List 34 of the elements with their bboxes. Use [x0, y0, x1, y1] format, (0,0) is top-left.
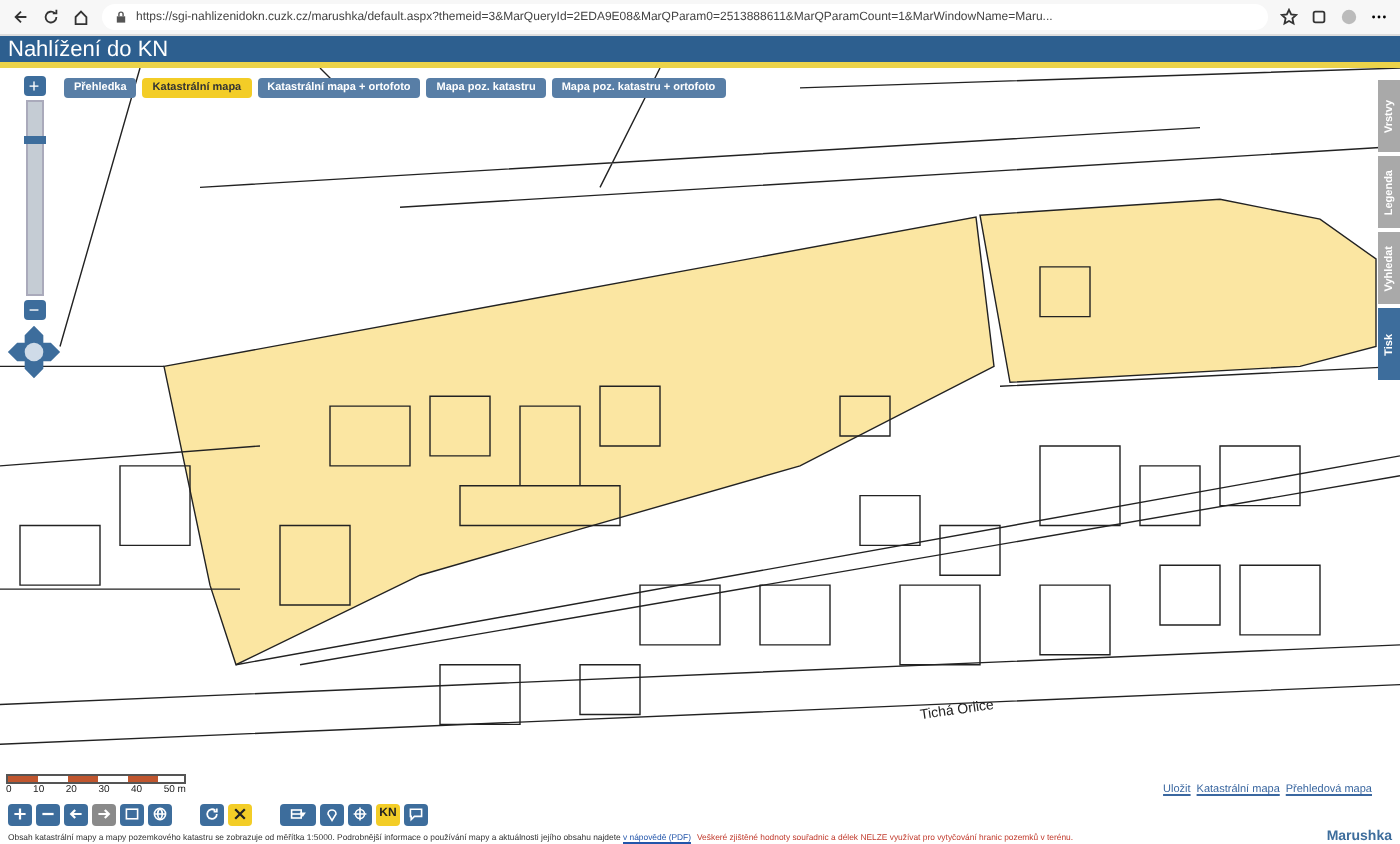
extent-button[interactable] [120, 803, 144, 825]
extension-icon[interactable] [1310, 8, 1328, 26]
pin-button[interactable] [320, 803, 344, 825]
star-icon[interactable] [1280, 8, 1298, 26]
layers-button[interactable] [280, 803, 316, 825]
arrow-right-icon [96, 806, 112, 822]
home-icon[interactable] [72, 8, 90, 26]
globe-button[interactable] [148, 803, 172, 825]
chat-icon [408, 806, 424, 822]
back-button[interactable] [64, 803, 88, 825]
refresh-icon [204, 806, 220, 822]
square-icon [124, 806, 140, 822]
pin-icon [324, 806, 340, 822]
arrow-left-icon [68, 806, 84, 822]
refresh-icon[interactable] [42, 8, 60, 26]
minus-button[interactable] [36, 803, 60, 825]
refresh-button[interactable] [200, 803, 224, 825]
zoom-slider-thumb[interactable] [23, 136, 45, 145]
cross-button[interactable] [228, 803, 252, 825]
close-icon [232, 806, 248, 822]
chat-button[interactable] [404, 803, 428, 825]
back-icon[interactable] [12, 8, 30, 26]
zoom-out-button[interactable]: − [23, 300, 45, 320]
plus-icon [12, 806, 28, 822]
pan-control-icon[interactable] [6, 324, 62, 380]
globe-icon [152, 806, 168, 822]
layers-icon [290, 806, 306, 822]
app-title: Nahlížení do KN [8, 37, 169, 61]
crosshair-icon [352, 806, 368, 822]
plus-button[interactable] [8, 803, 32, 825]
target-button[interactable] [348, 803, 372, 825]
zoom-slider[interactable] [25, 100, 43, 296]
zoom-in-button[interactable]: + [23, 76, 45, 96]
lock-icon [114, 10, 128, 24]
